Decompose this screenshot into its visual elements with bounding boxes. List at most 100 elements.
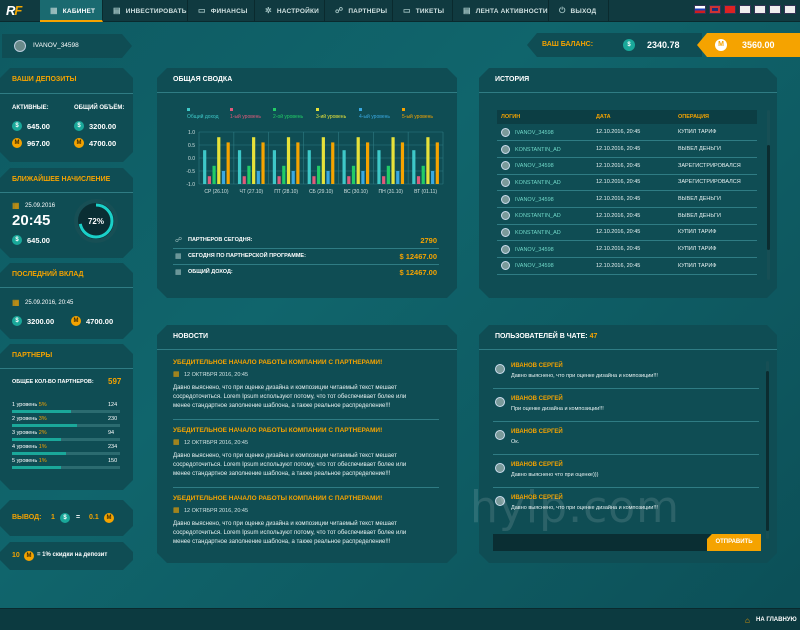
table-row[interactable]: IVANOV_34598 12.10.2016, 20:45 КУПИЛ ТАРИФ <box>497 241 757 258</box>
send-button[interactable]: ОТПРАВИТЬ <box>707 534 761 551</box>
bar <box>243 176 246 184</box>
partner-level-pct: 5% <box>38 402 47 408</box>
chat-author[interactable]: ИВАНОВ СЕРГЕЙ <box>511 462 563 468</box>
partner-level-count: 94 <box>108 430 115 436</box>
cell-login: IVANOV_34598 <box>497 157 592 174</box>
cell-login: IVANOV_34598 <box>497 191 592 208</box>
login-text[interactable]: IVANOV_34598 <box>515 247 554 253</box>
table-row[interactable]: IVANOV_34598 12.10.2016, 20:45 ВЫВЕЛ ДЕНЬГ… <box>497 191 757 208</box>
table-row[interactable]: KONSTANTIN_AD 12.10.2016, 20:45 КУПИЛ ТАРИ… <box>497 224 757 241</box>
partner-level-name: 5 уровень <box>12 458 38 464</box>
balance-bar: ВАШ БАЛАНС: $ 2340.78 M 3560.00 <box>527 33 800 57</box>
x-tick-label: СБ (29.10) <box>309 189 333 195</box>
flag-icon[interactable] <box>784 5 796 14</box>
login-text[interactable]: KONSTANTIN_AD <box>515 146 561 152</box>
bar <box>361 171 364 184</box>
table-row[interactable]: KONSTANTIN_AD 12.10.2016, 20:45 ВЫВЕЛ ДЕНЬ… <box>497 207 757 224</box>
summary-panel: ОБЩАЯ СВОДКА Общий доход 1-ый уровень 2-ой… <box>157 68 457 298</box>
history-scrollbar[interactable] <box>767 110 770 280</box>
login-text[interactable]: KONSTANTIN_AD <box>515 230 561 236</box>
table-row[interactable]: IVANOV_34598 12.10.2016, 20:45 ЗАРЕГИСТРИР… <box>497 157 757 174</box>
flag-cn-icon[interactable] <box>724 5 736 14</box>
table-row[interactable]: IVANOV_34598 12.10.2016, 20:45 КУПИЛ ТАРИФ <box>497 124 757 141</box>
discount-count: 10 <box>12 552 20 559</box>
avatar <box>495 430 505 440</box>
flag-icon[interactable] <box>739 5 751 14</box>
nav-item-invest[interactable]: ▤ ИНВЕСТИРОВАТЬ <box>103 0 188 22</box>
nav-item-logout[interactable]: ⏻ ВЫХОД <box>549 0 609 22</box>
balance-coin: M 3560.00 <box>697 33 800 57</box>
cell-login: IVANOV_34598 <box>497 124 592 141</box>
bar <box>247 166 250 184</box>
cell-login: KONSTANTIN_AD <box>497 174 592 191</box>
cell-operation: ВЫВЕЛ ДЕНЬГИ <box>674 207 757 224</box>
top-navigation: RF ▦ КАБИНЕТ ▤ ИНВЕСТИРОВАТЬ ▭ ФИНАНСЫ ✲ НАС… <box>0 0 800 22</box>
calendar-icon: ▦ <box>173 507 180 514</box>
partners-total: 597 <box>108 377 122 386</box>
cell-operation: ВЫВЕЛ ДЕНЬГИ <box>674 141 757 158</box>
partner-level-bar <box>12 452 120 455</box>
cell-operation: КУПИЛ ТАРИФ <box>674 224 757 241</box>
logo[interactable]: RF <box>6 3 40 19</box>
login-text[interactable]: KONSTANTIN_AD <box>515 213 561 219</box>
col-operation[interactable]: ОПЕРАЦИЯ <box>674 110 757 124</box>
legend-label: 3-ий уровень <box>316 113 347 120</box>
footer: ⌂ НА ГЛАВНУЮ <box>0 608 800 630</box>
x-tick-label: ЧТ (27.10) <box>239 189 263 195</box>
col-login[interactable]: ЛОГИН <box>497 110 592 124</box>
news-item-title[interactable]: УБЕДИТЕЛЬНОЕ НАЧАЛО РАБОТЫ КОМПАНИИ С ПА… <box>173 427 382 434</box>
login-text[interactable]: IVANOV_34598 <box>515 263 554 269</box>
nav-item-cabinet[interactable]: ▦ КАБИНЕТ <box>40 0 103 22</box>
legend-swatch <box>402 108 405 111</box>
login-text[interactable]: KONSTANTIN_AD <box>515 180 561 186</box>
partner-level-name: 3 уровень <box>12 430 38 436</box>
power-icon: ⏻ <box>559 6 566 15</box>
login-text[interactable]: IVANOV_34598 <box>515 163 554 169</box>
flag-icon[interactable] <box>769 5 781 14</box>
table-row[interactable]: IVANOV_34598 12.10.2016, 20:45 КУПИЛ ТАРИФ <box>497 258 757 275</box>
deposits-title: ВАШИ ДЕПОЗИТЫ <box>12 76 77 83</box>
accrual-time: 20:45 <box>12 212 51 229</box>
flag-icon[interactable] <box>754 5 766 14</box>
user-bar[interactable]: IVANOV_34598 <box>2 34 132 58</box>
table-row[interactable]: KONSTANTIN_AD 12.10.2016, 20:45 ВЫВЕЛ ДЕНЬ… <box>497 141 757 158</box>
avatar <box>501 228 510 237</box>
flag-gb-icon[interactable] <box>709 5 721 14</box>
nav-item-activity-feed[interactable]: ▤ ЛЕНТА АКТИВНОСТИ <box>453 0 549 22</box>
flag-ru-icon[interactable] <box>694 5 706 14</box>
nav-item-partners[interactable]: ☍ ПАРТНЕРЫ <box>325 0 393 22</box>
accrual-date: 25.09.2016 <box>25 203 56 209</box>
cell-operation: КУПИЛ ТАРИФ <box>674 124 757 141</box>
partner-level-label: 1 уровень 5% <box>12 402 47 408</box>
cell-date: 12.10.2016, 20:45 <box>592 258 674 275</box>
login-text[interactable]: IVANOV_34598 <box>515 130 554 136</box>
news-item-title[interactable]: УБЕДИТЕЛЬНОЕ НАЧАЛО РАБОТЫ КОМПАНИИ С ПА… <box>173 495 382 502</box>
chat-scrollbar[interactable] <box>766 361 769 539</box>
nav-item-finance[interactable]: ▭ ФИНАНСЫ <box>188 0 255 22</box>
y-tick-label: 1.0 <box>188 130 195 136</box>
avatar <box>501 145 510 154</box>
total-usd: 3200.00 <box>89 122 117 131</box>
dollar-coin-icon: $ <box>74 121 84 131</box>
chat-input[interactable] <box>493 534 711 551</box>
partner-level-count: 234 <box>108 444 118 450</box>
col-date[interactable]: ДАТА <box>592 110 674 124</box>
card-icon: ▭ <box>198 6 206 15</box>
partner-level-bar-fill <box>12 466 61 469</box>
nav-item-settings[interactable]: ✲ НАСТРОЙКИ <box>255 0 325 22</box>
login-text[interactable]: IVANOV_34598 <box>515 197 554 203</box>
home-link[interactable]: НА ГЛАВНУЮ <box>756 617 797 623</box>
chat-author[interactable]: ИВАНОВ СЕРГЕЙ <box>511 495 563 501</box>
y-tick-label: -0.5 <box>186 169 195 175</box>
accrual-amount: 645.00 <box>27 236 50 245</box>
chat-author[interactable]: ИВАНОВ СЕРГЕЙ <box>511 363 563 369</box>
chat-author[interactable]: ИВАНОВ СЕРГЕЙ <box>511 396 563 402</box>
nav-item-tickets[interactable]: ▭ ТИКЕТЫ <box>393 0 453 22</box>
partner-level-count: 230 <box>108 416 118 422</box>
table-row[interactable]: KONSTANTIN_AD 12.10.2016, 20:45 ЗАРЕГИСТРИ… <box>497 174 757 191</box>
news-item-title[interactable]: УБЕДИТЕЛЬНОЕ НАЧАЛО РАБОТЫ КОМПАНИИ С ПА… <box>173 359 382 366</box>
cell-operation: КУПИЛ ТАРИФ <box>674 241 757 258</box>
m-coin-icon: M <box>715 39 727 51</box>
chat-author[interactable]: ИВАНОВ СЕРГЕЙ <box>511 429 563 435</box>
legend-label: 1-ый уровень <box>230 113 261 120</box>
